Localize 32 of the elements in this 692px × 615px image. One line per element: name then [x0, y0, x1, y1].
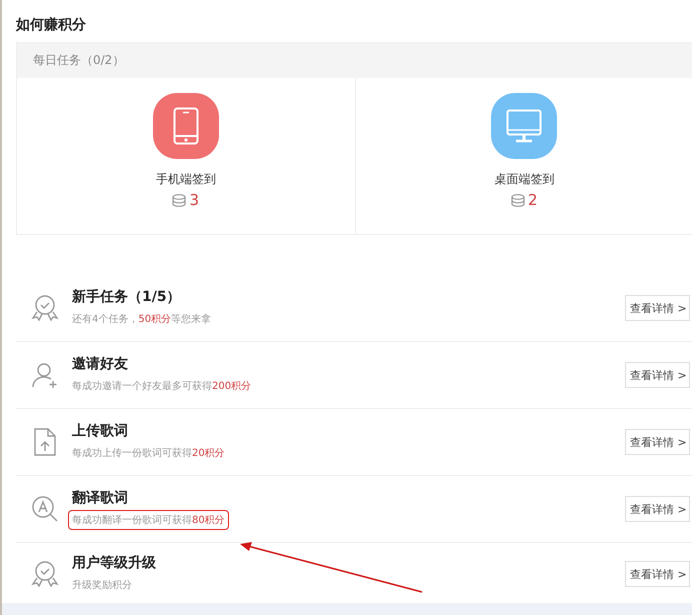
coins-icon	[172, 194, 186, 206]
task-label: 手机端签到	[156, 171, 216, 188]
points-count: 2	[528, 191, 538, 209]
task-description: 升级奖励积分	[71, 578, 133, 592]
details-button[interactable]: 查看详情 >	[625, 496, 690, 522]
task-description: 每成功上传一份歌词可获得20积分	[71, 446, 226, 460]
details-button[interactable]: 查看详情 >	[625, 362, 690, 388]
task-description: 还有4个任务，50积分等您来拿	[71, 312, 212, 326]
badge-icon	[31, 560, 59, 588]
details-button[interactable]: 查看详情 >	[625, 295, 690, 321]
file-upload-icon	[33, 428, 57, 456]
phone-icon	[172, 107, 199, 145]
task-label: 桌面端签到	[494, 171, 554, 188]
details-button[interactable]: 查看详情 >	[625, 561, 690, 587]
badge-icon	[31, 294, 59, 322]
task-title: 邀请好友	[72, 354, 128, 372]
task-description: 每成功邀请一个好友最多可获得200积分	[71, 380, 252, 394]
panel-header: 每日任务（0/2）	[33, 52, 124, 69]
task-title: 上传歌词	[72, 422, 128, 440]
task-title: 用户等级升级	[72, 554, 156, 572]
task-title: 新手任务（1/5）	[72, 288, 181, 306]
desktop-tile[interactable]	[491, 93, 558, 159]
monitor-icon	[506, 109, 542, 143]
coins-icon	[510, 194, 525, 206]
user-add-icon	[31, 361, 59, 389]
points-count: 3	[189, 191, 200, 209]
page-title: 如何赚积分	[16, 16, 87, 35]
letter-search-icon	[31, 495, 59, 523]
task-description: 每成功翻译一份歌词可获得80积分	[68, 510, 229, 530]
details-button[interactable]: 查看详情 >	[625, 429, 690, 455]
phone-tile[interactable]	[152, 93, 219, 159]
task-title: 翻译歌词	[72, 488, 128, 506]
